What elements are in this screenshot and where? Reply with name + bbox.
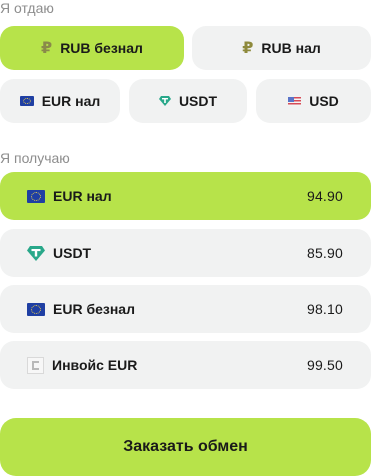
give-option-rub-cashless[interactable]: ₽ RUB безнал (0, 26, 184, 70)
receive-option-label: Инвойс EUR (52, 357, 138, 373)
give-option-label: RUB безнал (60, 40, 143, 56)
give-option-eur-cash[interactable]: EUR нал (0, 79, 120, 123)
ruble-icon: ₽ (242, 40, 254, 57)
receive-option-eur-cashless[interactable]: EUR безнал 98.10 (0, 285, 371, 333)
give-option-usdt[interactable]: USDT (129, 79, 247, 123)
receive-option-rate: 94.90 (306, 188, 343, 204)
receive-option-rate: 98.10 (306, 301, 343, 317)
receive-option-rate: 85.90 (306, 245, 343, 261)
eu-flag-icon (27, 302, 45, 316)
give-option-label: USD (309, 93, 339, 109)
give-option-rub-cash[interactable]: ₽ RUB нал (192, 26, 371, 70)
receive-option-label: USDT (53, 245, 92, 261)
tether-icon (27, 245, 45, 261)
receive-option-label: EUR безнал (53, 301, 135, 317)
receive-option-eur-cash[interactable]: EUR нал 94.90 (0, 172, 371, 220)
eu-flag-icon (19, 96, 34, 106)
order-exchange-button[interactable]: Заказать обмен (0, 418, 371, 476)
us-flag-icon (288, 96, 302, 106)
give-option-usd[interactable]: USD (256, 79, 371, 123)
give-option-label: RUB нал (261, 40, 321, 56)
give-option-label: EUR нал (41, 93, 101, 109)
receive-option-usdt[interactable]: USDT 85.90 (0, 229, 371, 277)
receive-option-label: EUR нал (53, 188, 112, 204)
give-section-label: Я отдаю (0, 0, 54, 16)
receive-option-rate: 99.50 (306, 357, 343, 373)
invoice-icon (27, 356, 44, 374)
tether-icon (158, 96, 171, 106)
eu-flag-icon (27, 189, 45, 203)
receive-option-invoice-eur[interactable]: Инвойс EUR 99.50 (0, 341, 371, 389)
receive-section-label: Я получаю (0, 150, 70, 166)
give-option-label: USDT (178, 93, 218, 109)
ruble-icon: ₽ (41, 40, 53, 57)
